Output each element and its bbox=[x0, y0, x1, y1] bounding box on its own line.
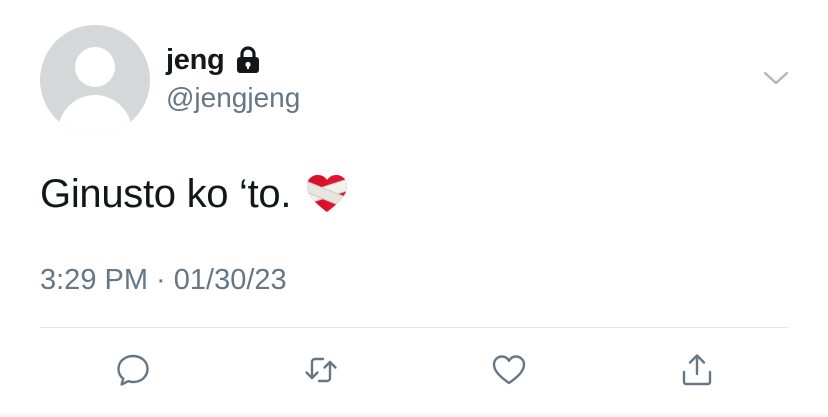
display-name[interactable]: jeng bbox=[166, 44, 225, 77]
share-button[interactable] bbox=[675, 348, 719, 392]
mending-heart-emoji bbox=[305, 173, 349, 215]
divider bbox=[40, 327, 788, 328]
tweet-timestamp[interactable]: 3:29 PM · 01/30/23 bbox=[40, 264, 287, 297]
reply-icon bbox=[117, 354, 149, 386]
avatar[interactable] bbox=[40, 25, 150, 135]
retweet-button[interactable] bbox=[299, 348, 343, 392]
user-handle[interactable]: @jengjeng bbox=[166, 82, 300, 114]
lock-icon bbox=[234, 45, 262, 75]
share-icon bbox=[682, 354, 712, 386]
author-name-row: jeng bbox=[166, 42, 262, 78]
heart-icon bbox=[492, 355, 526, 385]
tweet-text: Ginusto ko ‘to. bbox=[40, 171, 292, 216]
avatar-shoulders-shape bbox=[58, 95, 132, 135]
retweet-icon bbox=[305, 357, 337, 383]
tweet-actions-bar bbox=[0, 348, 828, 392]
chevron-down-icon[interactable] bbox=[760, 66, 792, 90]
reply-button[interactable] bbox=[111, 348, 155, 392]
tweet-text-row: Ginusto ko ‘to. bbox=[40, 168, 349, 220]
like-button[interactable] bbox=[487, 348, 531, 392]
avatar-head-shape bbox=[75, 47, 115, 87]
